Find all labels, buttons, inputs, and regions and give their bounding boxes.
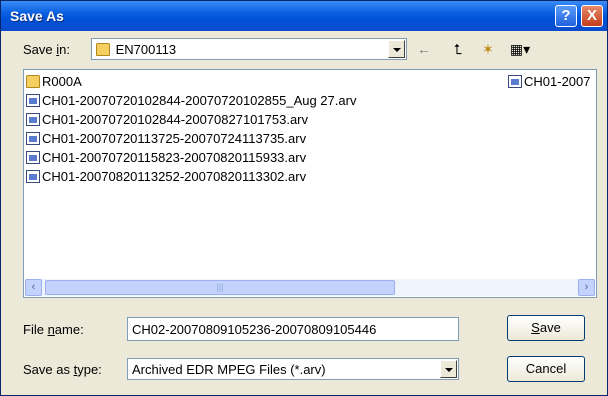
file-name-label-post: ame: [54, 322, 84, 337]
file-name-label: File name: [23, 322, 84, 337]
list-item-folder[interactable]: R000A [26, 73, 82, 91]
list-item[interactable]: CH01-20070820113252-20070820113302.arv [26, 168, 306, 186]
list-item[interactable]: CH01-20070720102844-20070720102855_Aug 2… [26, 92, 356, 110]
file-list[interactable]: R000A CH01-2007 CH01-20070720102844-2007… [23, 69, 597, 298]
horizontal-scrollbar[interactable]: ‹ ||| › [25, 279, 595, 296]
close-button[interactable]: X [581, 5, 603, 27]
save-button-label: ave [539, 320, 561, 335]
save-button[interactable]: Save [507, 315, 585, 341]
back-icon[interactable]: ← [413, 39, 435, 59]
file-icon [26, 113, 40, 126]
file-icon [26, 170, 40, 183]
help-button[interactable]: ? [555, 5, 577, 27]
up-folder-icon[interactable]: ⮤ [447, 39, 469, 59]
save-button-key: S [531, 320, 540, 335]
save-as-type-value: Archived EDR MPEG Files (*.arv) [132, 362, 326, 377]
list-item[interactable]: CH01-2007 [508, 73, 591, 91]
scroll-right-button[interactable]: › [578, 279, 595, 296]
title-bar[interactable]: Save As ? X [1, 1, 607, 31]
save-as-type-label-pre: Save as [23, 362, 74, 377]
list-item[interactable]: CH01-20070720102844-20070827101753.arv [26, 111, 308, 129]
folder-name: R000A [42, 74, 82, 89]
save-as-dialog: Save As ? X Save in: EN700113 ← ⮤ ✶ ▦▾ R… [0, 0, 608, 396]
file-name-field[interactable] [127, 317, 459, 341]
save-in-dropdown[interactable]: EN700113 [91, 38, 407, 60]
file-icon [508, 75, 522, 88]
file-icon [26, 151, 40, 164]
chevron-down-icon[interactable] [440, 360, 457, 378]
file-name: CH01-20070820113252-20070820113302.arv [42, 169, 307, 184]
list-item[interactable]: CH01-20070720113725-20070724113735.arv [26, 130, 306, 148]
file-name: CH01-20070720113725-20070724113735.arv [42, 131, 307, 146]
file-name-label-key: n [47, 322, 55, 337]
save-in-label-post: n: [59, 42, 70, 57]
save-as-type-label: Save as type: [23, 362, 102, 377]
file-name: CH01-20070720102844-20070720102855_Aug 2… [42, 93, 357, 108]
scroll-left-button[interactable]: ‹ [25, 279, 42, 296]
file-name-label-pre: File [23, 322, 48, 337]
save-as-type-dropdown[interactable]: Archived EDR MPEG Files (*.arv) [127, 358, 459, 380]
chevron-down-icon[interactable] [388, 40, 405, 58]
cancel-button[interactable]: Cancel [507, 356, 585, 382]
scroll-thumb[interactable]: ||| [45, 280, 395, 295]
file-name: CH01-2007 [524, 74, 591, 89]
save-in-label: Save in: [23, 42, 70, 57]
dialog-title: Save As [10, 8, 64, 24]
new-folder-icon[interactable]: ✶ [477, 39, 499, 59]
folder-icon [96, 43, 110, 56]
save-in-value: EN700113 [96, 42, 176, 57]
file-name: CH01-20070720115823-20070820115933.arv [42, 150, 307, 165]
file-icon [26, 132, 40, 145]
file-icon [26, 94, 40, 107]
file-name-input[interactable] [128, 318, 458, 340]
save-as-type-label-post: ype: [77, 362, 102, 377]
list-item[interactable]: CH01-20070720115823-20070820115933.arv [26, 149, 306, 167]
save-in-label-pre: Save [23, 42, 57, 57]
views-menu-icon[interactable]: ▦▾ [505, 39, 535, 59]
save-in-folder-name: EN700113 [115, 42, 177, 57]
folder-icon [26, 75, 40, 88]
file-name: CH01-20070720102844-20070827101753.arv [42, 112, 309, 127]
